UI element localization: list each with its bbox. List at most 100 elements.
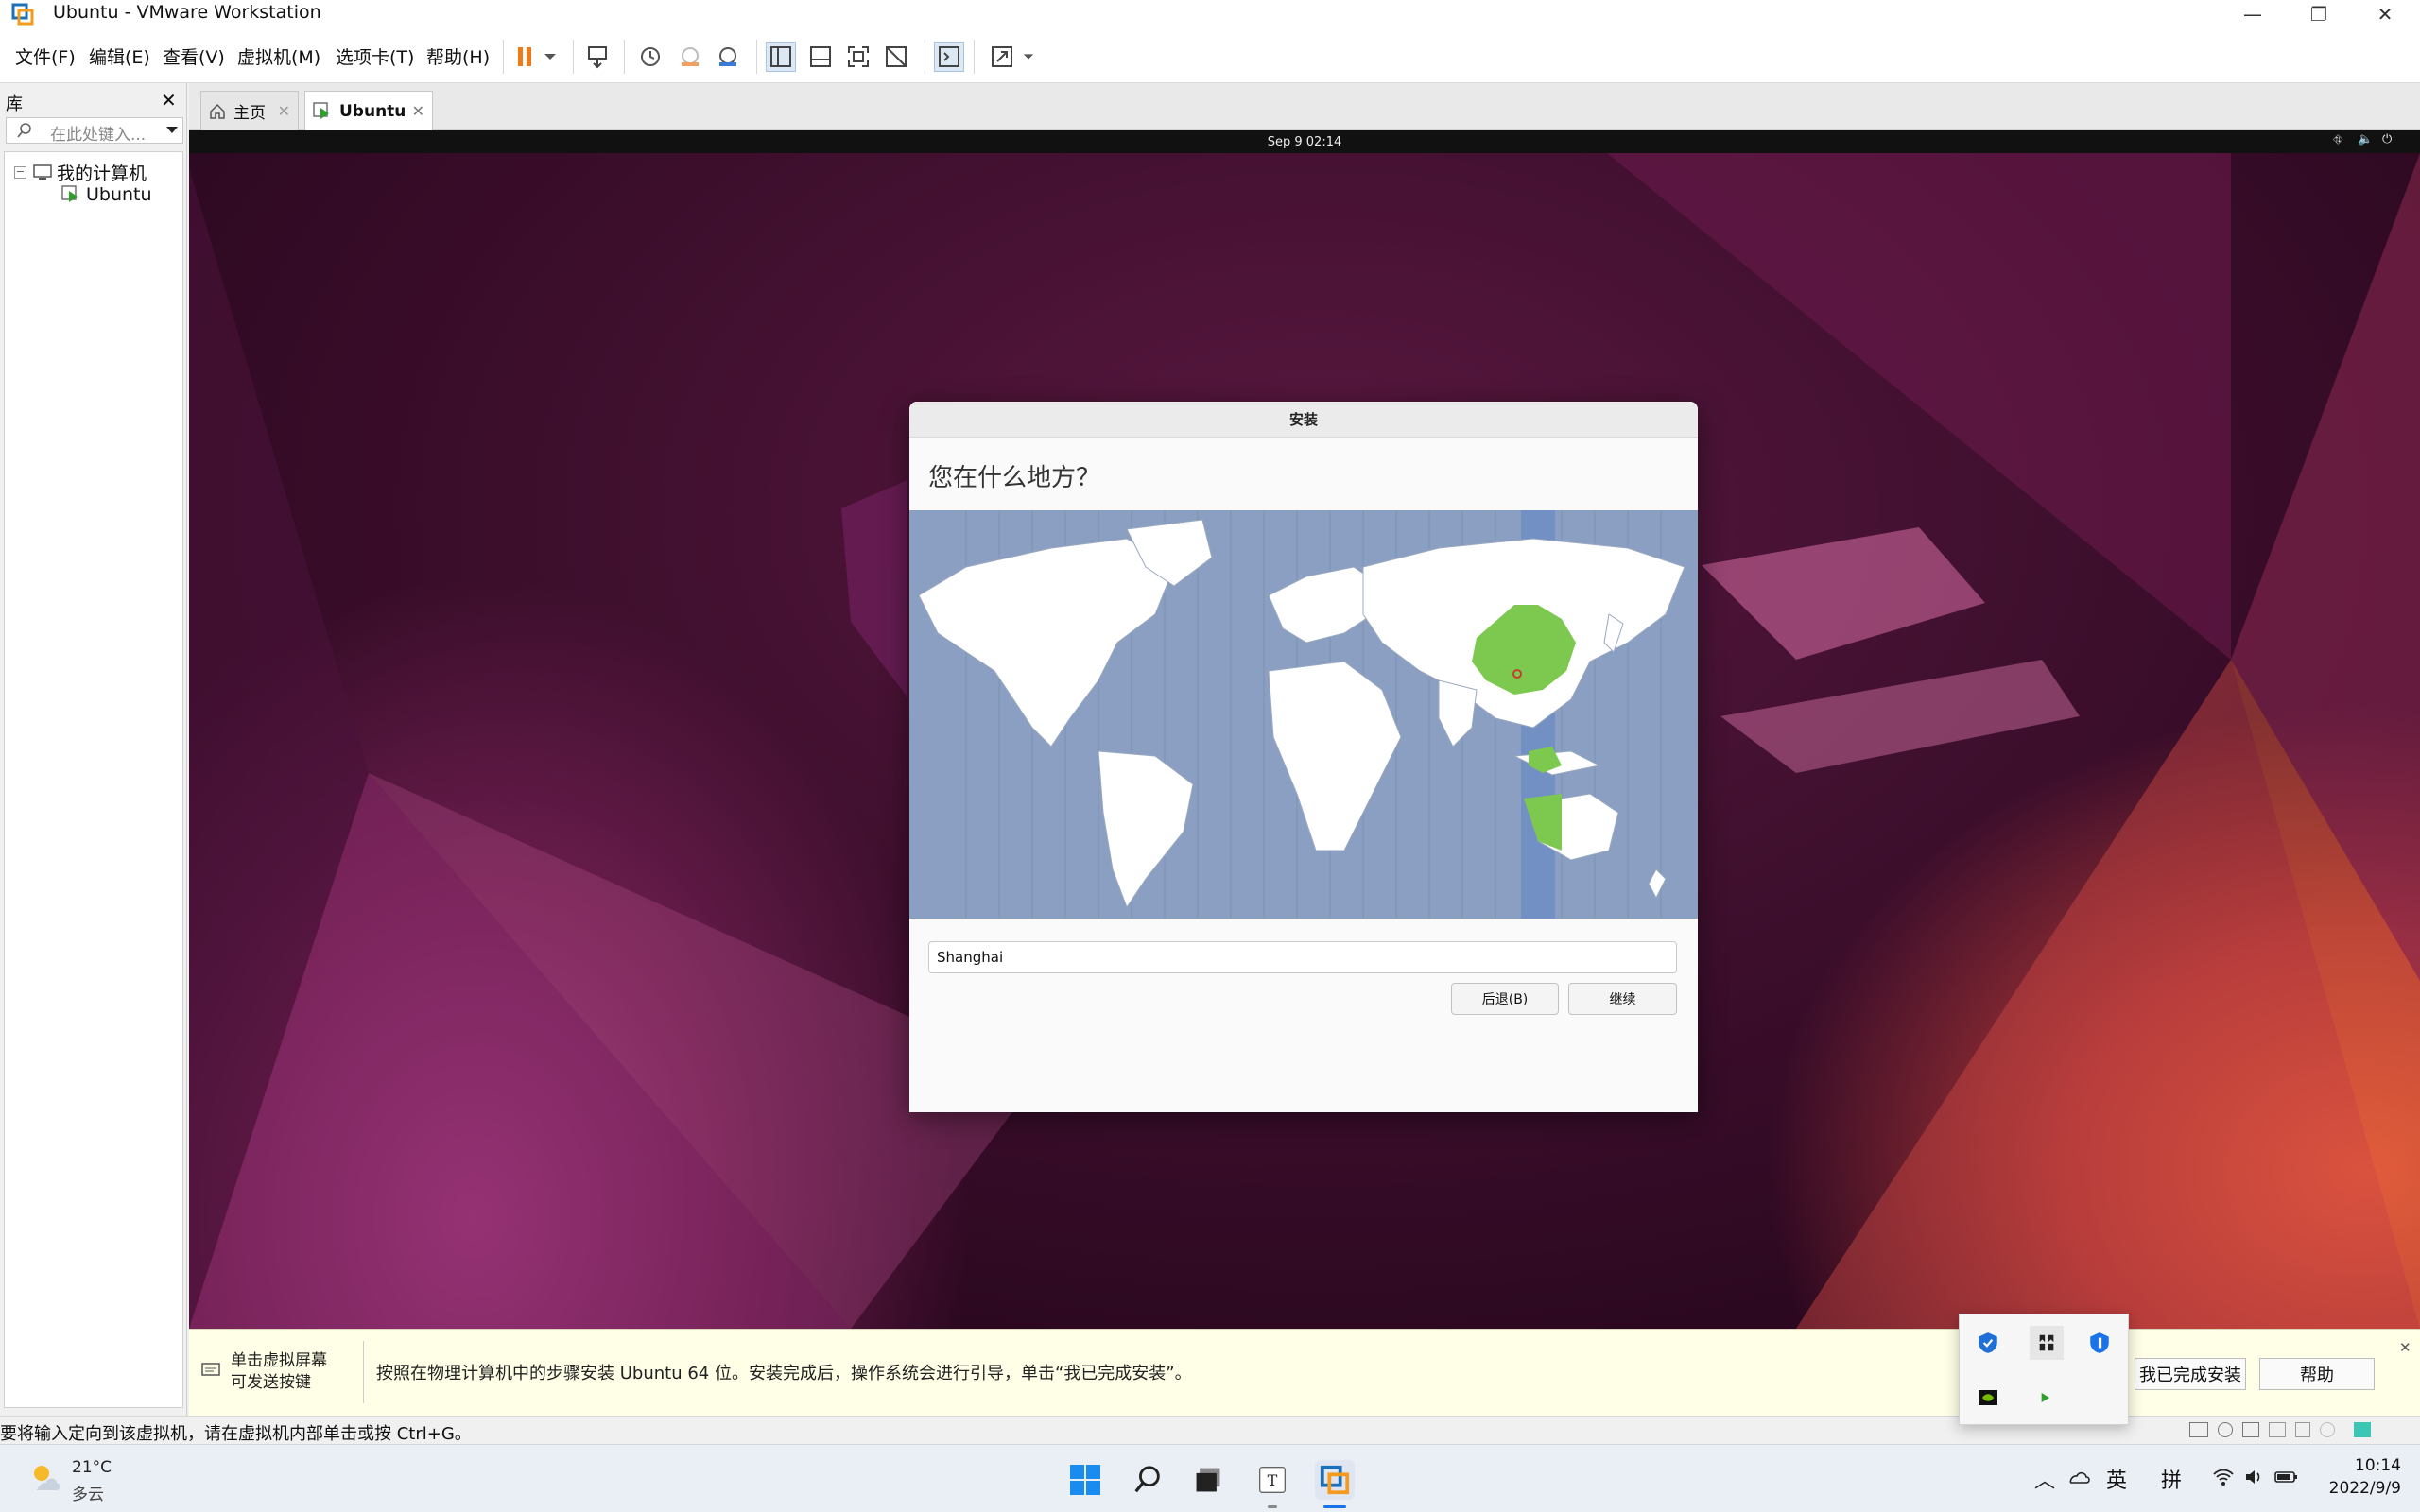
stretch-menu-chevron-icon[interactable] [1017, 42, 1040, 72]
installer-title-bar: 安装 [909, 402, 1698, 438]
clock-time: 10:14 [2355, 1456, 2401, 1475]
show-library-icon[interactable] [766, 42, 796, 72]
cd-dvd-icon[interactable] [2218, 1422, 2233, 1437]
power-icon[interactable]: ⏻ [2382, 132, 2392, 146]
vm-display[interactable]: Sep 9 02:14 ⛗ 🔈 ⏻ 安装 您在什么地方？ Shanghai 后退… [189, 130, 2420, 1329]
menu-view[interactable]: 查看(V) [163, 43, 225, 69]
battery-charging-icon[interactable] [2274, 1469, 2299, 1485]
revert-snapshot-icon[interactable] [675, 42, 705, 72]
world-map-graphic [918, 510, 1685, 919]
ime-language[interactable]: 英 [2106, 1464, 2127, 1494]
collapse-toggle-icon[interactable]: − [14, 166, 26, 179]
hint-click-to-send-keys: 单击虚拟屏幕 可发送按键 [231, 1350, 327, 1394]
task-view-icon [1196, 1468, 1220, 1492]
console-view-icon[interactable] [934, 42, 964, 72]
continue-button[interactable]: 继续 [1568, 983, 1677, 1015]
library-search-field[interactable]: 在此处键入... [6, 117, 183, 145]
help-button[interactable]: 帮助 [2259, 1358, 2375, 1390]
status-text: 要将输入定向到该虚拟机，请在虚拟机内部单击或按 Ctrl+G。 [0, 1424, 472, 1444]
library-tree: − 我的计算机 Ubuntu [4, 151, 183, 1408]
nvidia-icon[interactable] [1973, 1383, 2003, 1413]
device-status-icons [2189, 1422, 2371, 1437]
onedrive-icon[interactable] [2066, 1468, 2091, 1486]
stretch-icon[interactable] [987, 42, 1017, 72]
menu-tabs[interactable]: 选项卡(T) [336, 43, 414, 69]
vmware-tray-icon[interactable] [2030, 1383, 2060, 1413]
menu-file[interactable]: 文件(F) [15, 43, 76, 69]
weather-widget[interactable] [26, 1460, 64, 1498]
vmware-taskbar-app[interactable] [1315, 1460, 1355, 1500]
unity-icon[interactable] [881, 42, 911, 72]
chevron-down-icon[interactable] [537, 42, 563, 72]
vm-running-icon [313, 101, 329, 119]
hint-left-line2: 可发送按键 [231, 1373, 311, 1392]
tray-overflow-popup [1959, 1314, 2129, 1425]
snapshot-icon[interactable] [635, 42, 666, 72]
tray-overflow-chevron-icon[interactable]: ︿ [2034, 1464, 2055, 1494]
menu-edit[interactable]: 编辑(E) [89, 43, 150, 69]
hint-close-button[interactable]: ✕ [2399, 1339, 2411, 1356]
defender-shield-icon[interactable] [2084, 1328, 2115, 1358]
tab-home[interactable]: 主页 ✕ [200, 91, 299, 130]
ime-mode[interactable]: 拼 [2161, 1464, 2182, 1494]
menu-help[interactable]: 帮助(H) [426, 43, 490, 69]
close-button[interactable]: ✕ [2352, 0, 2418, 28]
tree-node-my-computer[interactable]: − 我的计算机 [14, 160, 147, 185]
tab-ubuntu[interactable]: Ubuntu ✕ [304, 91, 433, 130]
typora-taskbar-app[interactable]: T [1253, 1460, 1292, 1500]
volume-icon[interactable]: 🔈 [2358, 132, 2373, 146]
message-log-icon[interactable] [2354, 1422, 2371, 1437]
back-button[interactable]: 后退(B) [1451, 983, 1559, 1015]
full-screen-icon[interactable] [843, 42, 873, 72]
network-icon[interactable]: ⛗ [2333, 133, 2342, 147]
menu-toolbar: 文件(F) 编辑(E) 查看(V) 虚拟机(M) 选项卡(T) 帮助(H) [0, 28, 2420, 83]
weather-temp: 21°C [72, 1458, 112, 1477]
app-running-indicator [1268, 1505, 1277, 1508]
library-close-button[interactable]: ✕ [161, 89, 177, 112]
installer-title: 安装 [1288, 411, 1318, 428]
thumbnail-bar-icon[interactable] [805, 42, 836, 72]
network-adapter-icon[interactable] [2242, 1422, 2259, 1437]
task-view-button[interactable] [1188, 1460, 1228, 1500]
minimize-button[interactable]: — [2220, 0, 2286, 28]
vmware-logo-icon [11, 3, 34, 26]
keyboard-click-icon [201, 1363, 220, 1376]
hint-left-line1: 单击虚拟屏幕 [231, 1351, 327, 1370]
usb-icon[interactable] [2320, 1422, 2335, 1437]
start-button[interactable] [1065, 1460, 1105, 1500]
guest-clock[interactable]: Sep 9 02:14 [1268, 135, 1342, 149]
tree-label-my-computer: 我的计算机 [57, 163, 147, 184]
send-ctrl-alt-del-icon[interactable] [582, 42, 613, 72]
app-tray-icon[interactable] [2030, 1326, 2064, 1360]
library-panel: 库 ✕ 在此处键入... − 我的计算机 Ubuntu [0, 83, 187, 1416]
tab-ubuntu-label: Ubuntu [339, 101, 406, 121]
vm-running-icon [61, 185, 78, 202]
tab-home-label: 主页 [233, 104, 266, 123]
tree-node-ubuntu[interactable]: Ubuntu [61, 184, 152, 205]
tab-close-icon[interactable]: ✕ [278, 102, 290, 120]
weather-desc: 多云 [72, 1486, 104, 1504]
volume-icon[interactable] [2244, 1468, 2265, 1486]
vmware-icon [1320, 1465, 1350, 1495]
installer-question: 您在什么地方？ [928, 464, 1101, 492]
taskbar-clock[interactable]: 10:14 2022/9/9 [2316, 1456, 2401, 1498]
windows-taskbar: 21°C 多云 T ︿ 英 拼 10:14 2022/9/9 [0, 1444, 2420, 1512]
svg-text:T: T [1268, 1471, 1278, 1489]
typora-icon: T [1259, 1467, 1286, 1493]
timezone-input[interactable]: Shanghai [928, 941, 1677, 973]
timezone-map[interactable] [909, 510, 1698, 919]
windows-security-icon[interactable] [1973, 1328, 2003, 1358]
windows-logo-icon [1070, 1465, 1100, 1495]
tab-close-icon[interactable]: ✕ [412, 102, 424, 120]
search-button[interactable] [1128, 1460, 1167, 1500]
printer-icon[interactable] [2269, 1422, 2286, 1437]
snapshot-manager-icon[interactable] [713, 42, 743, 72]
wifi-icon[interactable] [2212, 1468, 2235, 1486]
hard-disk-icon[interactable] [2189, 1422, 2208, 1437]
installer-dialog: 安装 您在什么地方？ Shanghai 后退(B) 继续 [909, 402, 1698, 1112]
chevron-down-icon[interactable] [165, 124, 179, 137]
restore-button[interactable]: ❐ [2286, 0, 2352, 28]
finish-install-button[interactable]: 我已完成安装 [2135, 1358, 2246, 1390]
menu-vm[interactable]: 虚拟机(M) [237, 43, 320, 69]
sound-card-icon[interactable] [2295, 1422, 2310, 1437]
